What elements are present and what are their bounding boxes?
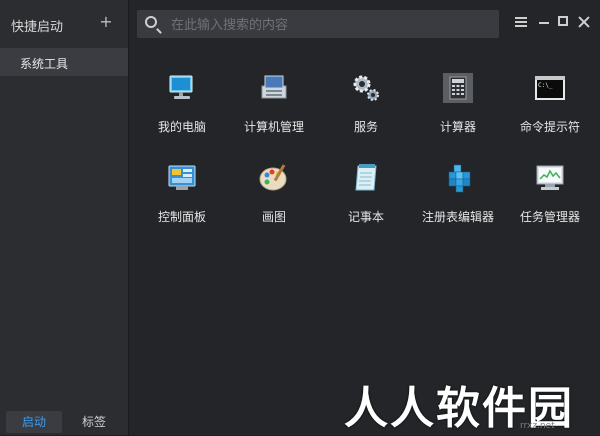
tool-command-prompt[interactable]: C:\_ 命令提示符 <box>504 60 596 140</box>
tool-calculator[interactable]: 计算器 <box>412 60 504 140</box>
tool-control-panel[interactable]: 控制面板 <box>136 150 228 230</box>
tool-label: 命令提示符 <box>519 120 580 134</box>
tool-label: 计算机管理 <box>243 120 304 134</box>
tool-label: 我的电脑 <box>157 120 206 134</box>
search-input[interactable] <box>169 10 493 40</box>
tool-label: 计算器 <box>439 120 476 134</box>
computer-management-icon <box>261 75 287 99</box>
tab-tags[interactable]: 标签 <box>66 411 122 433</box>
watermark-subtext: rrxz.net <box>520 421 555 431</box>
add-group-button[interactable]: + <box>98 14 114 30</box>
sidebar-header: 快捷启动 + <box>0 0 128 48</box>
tool-registry-editor[interactable]: 注册表编辑器 <box>412 150 504 230</box>
services-gear-icon <box>353 75 379 101</box>
tool-computer-management[interactable]: 计算机管理 <box>228 60 320 140</box>
tool-label: 服务 <box>353 120 378 134</box>
close-icon[interactable] <box>576 14 592 30</box>
tool-grid: 我的电脑 计算机管理 服务 计算器 C:\_ 命令提示符 控制面板 画图 记事本… <box>128 60 600 250</box>
task-manager-icon <box>536 165 564 190</box>
menu-icon[interactable] <box>513 14 529 30</box>
calculator-icon <box>443 73 473 103</box>
tool-paint[interactable]: 画图 <box>228 150 320 230</box>
tool-label: 控制面板 <box>157 210 206 224</box>
tool-task-manager[interactable]: 任务管理器 <box>504 150 596 230</box>
bottom-tabs: 启动 标签 <box>0 405 128 435</box>
maximize-icon[interactable] <box>556 14 572 30</box>
app-window: 快捷启动 + 系统工具 启动 标签 我的电脑 <box>0 0 600 435</box>
control-panel-icon <box>168 165 196 190</box>
search-icon <box>145 16 157 28</box>
tool-label: 画图 <box>261 210 286 224</box>
registry-editor-icon <box>448 164 471 193</box>
paint-palette-icon <box>259 164 287 191</box>
tool-notepad[interactable]: 记事本 <box>320 150 412 230</box>
search-bar <box>137 10 499 40</box>
sidebar-title: 快捷启动 <box>11 20 64 35</box>
tool-label: 记事本 <box>347 210 384 224</box>
sidebar-item-system-tools[interactable]: 系统工具 <box>0 48 128 76</box>
tool-label: 注册表编辑器 <box>421 210 494 224</box>
tool-services[interactable]: 服务 <box>320 60 412 140</box>
tool-my-computer[interactable]: 我的电脑 <box>136 60 228 140</box>
command-prompt-icon: C:\_ <box>535 76 565 100</box>
svg-text:C:\_: C:\_ <box>538 82 553 89</box>
computer-icon <box>169 75 193 99</box>
minimize-icon[interactable] <box>536 14 552 30</box>
tool-label: 任务管理器 <box>519 210 580 224</box>
tab-launch[interactable]: 启动 <box>6 411 62 433</box>
sidebar: 快捷启动 + 系统工具 启动 标签 <box>0 0 129 435</box>
notepad-icon <box>355 164 377 191</box>
sidebar-item-label: 系统工具 <box>20 57 69 71</box>
